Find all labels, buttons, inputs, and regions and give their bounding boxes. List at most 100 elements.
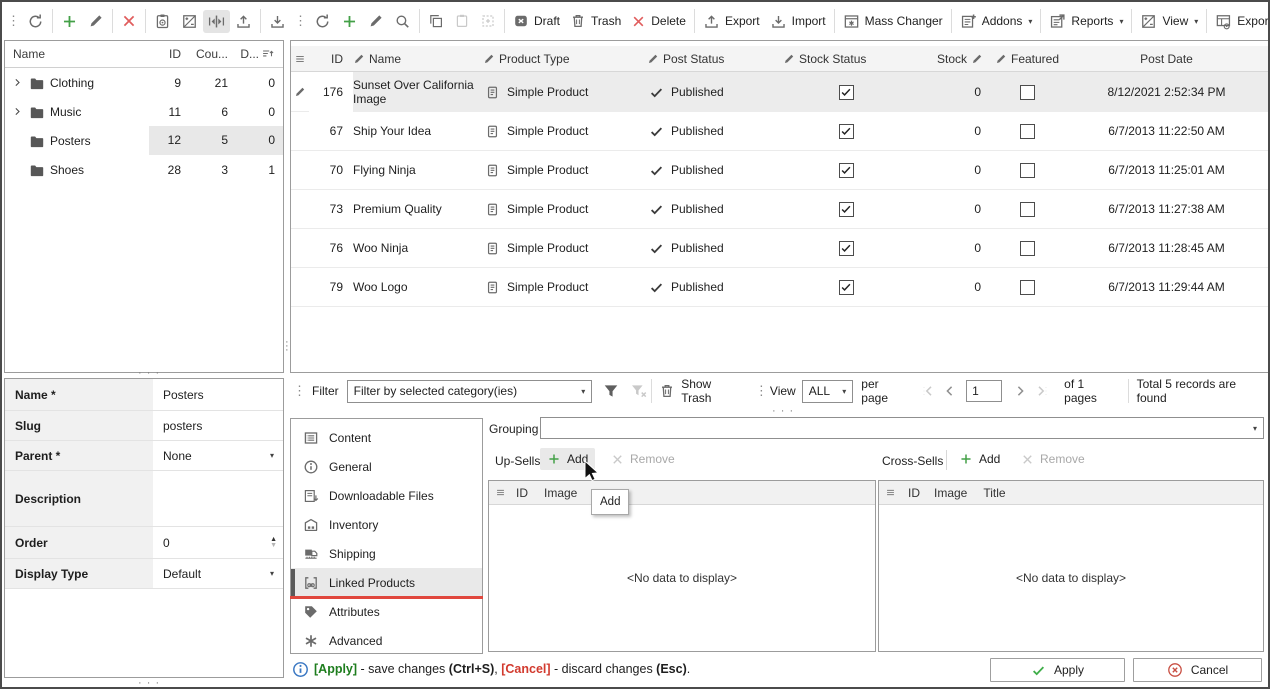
horizontal-splitter-handle[interactable]: · · ·	[138, 370, 160, 376]
slug-field[interactable]: posters	[153, 411, 283, 440]
previous-page-icon[interactable]	[942, 383, 958, 399]
tab-content[interactable]: Content	[291, 423, 482, 452]
col-stock[interactable]: Stock	[909, 52, 989, 66]
upsells-col-id[interactable]: ID	[516, 486, 528, 500]
product-row[interactable]: 73 Premium Quality Simple Product Publis…	[291, 190, 1268, 229]
parent-dropdown[interactable]: None▾	[153, 441, 283, 470]
delete-product-button[interactable]: Delete	[626, 11, 691, 32]
stock-status-checkbox[interactable]	[839, 85, 854, 100]
tree-col-count[interactable]: Cou...	[189, 47, 236, 61]
edit-category-button[interactable]	[83, 10, 109, 32]
product-row[interactable]: 67 Ship Your Idea Simple Product Publish…	[291, 112, 1268, 151]
add-category-button[interactable]	[56, 10, 83, 33]
grid-menu-icon[interactable]	[885, 487, 896, 498]
col-name[interactable]: Name	[353, 52, 483, 66]
apply-button[interactable]: Apply	[990, 658, 1125, 682]
tab-general[interactable]: General	[291, 452, 482, 481]
grid-menu-icon[interactable]	[495, 487, 506, 498]
category-filter-dropdown[interactable]: Filter by selected category(ies)▾	[347, 380, 593, 403]
addons-button[interactable]: Addons▾	[955, 10, 1038, 33]
copy-button[interactable]	[423, 10, 449, 32]
tree-col-d[interactable]: D...	[236, 47, 283, 61]
clear-filter-funnel-x-icon[interactable]	[630, 382, 648, 400]
tree-row-shoes[interactable]: Shoes 28 3 1	[5, 155, 283, 184]
edit-product-button[interactable]	[363, 10, 389, 32]
refresh-categories-button[interactable]	[22, 10, 49, 33]
col-post-date[interactable]: Post Date	[1065, 52, 1268, 66]
cancel-button[interactable]: Cancel	[1133, 658, 1262, 682]
tree-col-id[interactable]: ID	[149, 47, 189, 61]
upsells-remove-button[interactable]: Remove	[604, 448, 682, 470]
tree-col-name[interactable]: Name	[5, 47, 149, 61]
tab-linked-products[interactable]: Linked Products	[291, 568, 482, 597]
stock-status-checkbox[interactable]	[839, 280, 854, 295]
import-button[interactable]: Import	[765, 10, 831, 33]
featured-checkbox[interactable]	[1020, 241, 1035, 256]
tab-attributes[interactable]: Attributes	[291, 597, 482, 626]
cross-sells-col-image[interactable]: Image	[934, 486, 967, 500]
cross-sells-add-button[interactable]: Add	[952, 448, 1007, 470]
product-row[interactable]: 70 Flying Ninja Simple Product Published…	[291, 151, 1268, 190]
first-page-icon[interactable]	[920, 383, 936, 399]
horizontal-splitter-handle[interactable]: · · ·	[772, 408, 794, 414]
col-stock-status[interactable]: Stock Status	[783, 52, 909, 66]
reports-button[interactable]: Reports▾	[1044, 10, 1128, 33]
cross-sells-col-id[interactable]: ID	[908, 486, 920, 500]
next-page-icon[interactable]	[1012, 383, 1028, 399]
split-view-button[interactable]	[203, 10, 230, 33]
trash-button[interactable]: Trash	[565, 10, 626, 32]
horizontal-splitter-handle[interactable]: · · ·	[138, 680, 160, 686]
import-categories-button[interactable]	[264, 10, 291, 33]
search-button[interactable]	[389, 10, 416, 33]
featured-checkbox[interactable]	[1020, 163, 1035, 178]
expand-chevron-icon[interactable]	[10, 106, 24, 117]
featured-checkbox[interactable]	[1020, 124, 1035, 139]
refresh-products-button[interactable]	[309, 10, 336, 33]
product-row[interactable]: 76 Woo Ninja Simple Product Published 0 …	[291, 229, 1268, 268]
tab-downloadable-files[interactable]: Downloadable Files	[291, 481, 482, 510]
tab-inventory[interactable]: Inventory	[291, 510, 482, 539]
preview-button[interactable]	[149, 10, 176, 33]
stock-status-checkbox[interactable]	[839, 202, 854, 217]
toolbar-grip[interactable]: ⋮	[4, 13, 22, 29]
col-featured[interactable]: Featured	[989, 52, 1065, 66]
tree-row-music[interactable]: Music 11 6 0	[5, 97, 283, 126]
paging-grip[interactable]: ⋮	[752, 383, 770, 399]
view-button[interactable]: View▾	[1135, 10, 1203, 33]
grouping-dropdown[interactable]: ▾	[540, 417, 1264, 439]
product-row-selected[interactable]: 176 Sunset Over California Image Simple …	[291, 72, 1268, 112]
featured-checkbox[interactable]	[1020, 85, 1035, 100]
per-page-dropdown[interactable]: ALL▾	[802, 380, 854, 403]
paste-special-button[interactable]	[475, 10, 501, 32]
paste-button[interactable]	[449, 10, 475, 32]
tree-row-posters-selected[interactable]: Posters 12 5 0	[5, 126, 283, 155]
show-trash-toggle[interactable]: Show Trash	[681, 377, 744, 405]
description-field[interactable]	[153, 471, 283, 526]
stock-status-checkbox[interactable]	[839, 163, 854, 178]
last-page-icon[interactable]	[1034, 383, 1050, 399]
featured-checkbox[interactable]	[1020, 280, 1035, 295]
cross-sells-remove-button[interactable]: Remove	[1014, 448, 1092, 470]
col-post-status[interactable]: Post Status	[647, 52, 783, 66]
mass-changer-button[interactable]: Mass Changer	[838, 10, 948, 33]
product-row[interactable]: 79 Woo Logo Simple Product Published 0 6…	[291, 268, 1268, 307]
add-product-button[interactable]	[336, 10, 363, 33]
stock-status-checkbox[interactable]	[839, 124, 854, 139]
expand-chevron-icon[interactable]	[10, 77, 24, 88]
col-id[interactable]: ID	[309, 52, 353, 66]
toolbar-grip[interactable]: ⋮	[291, 13, 309, 29]
export-button[interactable]: Export	[698, 10, 765, 33]
spin-down-icon[interactable]: ▼	[270, 543, 277, 549]
adjust-image-button[interactable]	[176, 10, 203, 33]
cross-sells-col-title[interactable]: Title	[983, 486, 1005, 500]
export-grid-button[interactable]: Export Grid▾	[1210, 10, 1270, 33]
stock-status-checkbox[interactable]	[839, 241, 854, 256]
name-field[interactable]: Posters	[153, 379, 283, 410]
grid-menu-icon[interactable]	[294, 53, 306, 65]
display-type-dropdown[interactable]: Default▾	[153, 559, 283, 588]
tab-shipping[interactable]: Shipping	[291, 539, 482, 568]
order-stepper[interactable]: 0▲▼	[153, 527, 283, 558]
tree-row-clothing[interactable]: Clothing 9 21 0	[5, 68, 283, 97]
draft-button[interactable]: Draft	[508, 10, 565, 32]
export-categories-button[interactable]	[230, 10, 257, 33]
